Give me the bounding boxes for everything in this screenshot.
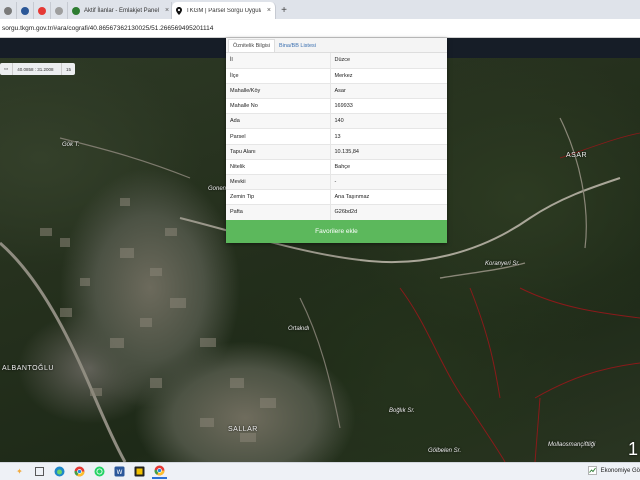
map-label-koranyeri: Koranyeri Sr. — [485, 261, 520, 267]
address-bar[interactable]: sorgu.tkgm.gov.tr/#ara/cografi/40.865673… — [0, 19, 640, 38]
road — [59, 137, 191, 179]
attribute-value: 169933 — [330, 98, 447, 115]
table-row: Parsel 13 — [226, 128, 447, 145]
browser-tab-4[interactable] — [51, 2, 68, 19]
news-widget-text: Ekonomiye Gö — [600, 467, 640, 474]
table-row: Ada 140 — [226, 113, 447, 130]
road — [559, 117, 587, 249]
map-corner-number: 1 — [627, 439, 638, 459]
zoom-level: 15 — [65, 66, 71, 72]
attribute-value: 140 — [330, 113, 447, 130]
map-label-ortakidi: Ortakıdı — [288, 326, 310, 332]
tab-favicon — [4, 6, 12, 15]
map-label-asar: ASAR — [566, 152, 588, 159]
table-row: Mahalle/Köy Asar — [226, 83, 447, 100]
table-row: Zemin Tip Ana Taşınmaz — [226, 189, 447, 206]
road — [0, 241, 127, 462]
attribute-value: 10.135,84 — [330, 144, 447, 160]
add-to-favorites-button[interactable]: Favorilere ekle — [226, 220, 447, 243]
parcel-boundary — [399, 287, 506, 462]
attribute-value: Merkez — [330, 68, 447, 84]
attribute-value: Düzce — [330, 53, 447, 69]
browser-tab-3[interactable] — [34, 2, 51, 19]
tab-title: TKGM | Parsel Sorgu Uygulamas — [186, 7, 261, 14]
location-pin-icon — [176, 6, 182, 15]
table-row: Tapu Alanı 10.135,84 — [226, 144, 447, 160]
attribute-value: Bahçe — [330, 159, 447, 176]
emlakjet-favicon — [72, 6, 80, 15]
browser-tab-1[interactable] — [0, 2, 17, 19]
attribute-value: Ana Taşınmaz — [330, 189, 447, 206]
browser-tab-tkgm[interactable]: TKGM | Parsel Sorgu Uygulamas × — [172, 2, 276, 19]
attribute-key: Mahalle No — [226, 98, 331, 115]
tab-favicon — [38, 6, 46, 15]
map-label-gokbelen: Gölbelen Sr. — [428, 448, 462, 454]
panel-tabs: Öznitelik Bilgisi Bina/BB Listesi — [226, 38, 447, 53]
tab-attribute-info[interactable]: Öznitelik Bilgisi — [228, 39, 275, 52]
tab-favicon — [55, 6, 63, 15]
parcel-boundary — [469, 287, 501, 399]
parcel-boundary — [534, 362, 640, 399]
browser-tab-2[interactable] — [17, 2, 34, 19]
attribute-key: Mevkii — [226, 174, 331, 191]
parcel-info-panel: Öznitelik Bilgisi Bina/BB Listesi İl Düzc… — [226, 38, 447, 243]
new-tab-button[interactable]: + — [276, 2, 292, 19]
chart-icon — [587, 466, 597, 475]
task-view-icon[interactable] — [32, 464, 47, 479]
gallery-icon[interactable] — [132, 464, 147, 479]
attribute-value: 13 — [330, 128, 447, 145]
word-icon[interactable]: W — [112, 464, 127, 479]
attribute-key: Parsel — [226, 128, 331, 145]
map-coordinate-toolbar[interactable]: ▭ 40.0858 : 31.2008 15 — [0, 63, 75, 75]
attribute-table: İl Düzce İlçe Merkez Mahalle/Köy Asar Mahalle … — [226, 53, 447, 221]
table-row: İlçe Merkez — [226, 68, 447, 84]
map-label-mollaosman: Mollaosmançiftliği — [548, 442, 596, 448]
map-label-albantoglu: ALBANTOĞLU — [2, 365, 54, 372]
whatsapp-icon[interactable] — [92, 464, 107, 479]
attribute-key: Pafta — [226, 204, 331, 221]
map-label-gonen: Gonen — [208, 186, 227, 192]
chrome-active-icon[interactable] — [152, 464, 167, 479]
table-row: İl Düzce — [226, 53, 447, 69]
news-widget[interactable]: Ekonomiye Gö — [587, 466, 640, 475]
edge-browser-icon[interactable] — [52, 464, 67, 479]
attribute-key: Zemin Tip — [226, 189, 331, 206]
browser-tab-emlakjet[interactable]: Aktif İlanlar - Emlakjet Panel × — [68, 2, 172, 19]
attribute-key: İlçe — [226, 68, 331, 84]
table-row: Pafta G26bd2d — [226, 204, 447, 221]
chrome-icon[interactable] — [72, 464, 87, 479]
taskbar: ✦ W Ekonomiye Gö — [0, 462, 640, 480]
map-label-bogluk: Boğlık Sr. — [389, 408, 415, 414]
attribute-key: İl — [226, 53, 331, 69]
map-label-gok: Gök T. — [62, 142, 80, 148]
tab-title: Aktif İlanlar - Emlakjet Panel — [84, 7, 160, 14]
url-text[interactable]: sorgu.tkgm.gov.tr/#ara/cografi/40.865673… — [2, 25, 213, 32]
table-row: Mahalle No 169933 — [226, 98, 447, 115]
parcel-boundary — [534, 397, 541, 462]
close-tab-icon[interactable]: × — [267, 7, 271, 14]
attribute-key: Nitelik — [226, 159, 331, 176]
map-tool-button[interactable]: ▭ — [0, 63, 14, 75]
attribute-key: Tapu Alanı — [226, 144, 331, 160]
attribute-value: - — [330, 174, 447, 191]
copilot-sparkle-icon[interactable]: ✦ — [12, 464, 27, 479]
attribute-value: Asar — [330, 83, 447, 100]
close-tab-icon[interactable]: × — [165, 7, 169, 14]
browser-tab-strip: Aktif İlanlar - Emlakjet Panel × TKGM | … — [0, 0, 640, 19]
attribute-key: Ada — [226, 113, 331, 130]
road — [299, 297, 341, 429]
table-row: Mevkii - — [226, 174, 447, 191]
table-row: Nitelik Bahçe — [226, 159, 447, 176]
attribute-value: G26bd2d — [330, 204, 447, 221]
svg-text:W: W — [117, 469, 123, 476]
parcel-boundary — [519, 287, 640, 319]
attribute-key: Mahalle/Köy — [226, 83, 331, 100]
coordinate-readout: 40.0858 : 31.2008 — [13, 63, 62, 75]
map-label-sallar: SALLAR — [228, 426, 258, 433]
tab-favicon — [21, 6, 29, 15]
tab-building-list[interactable]: Bina/BB Listesi — [275, 40, 320, 52]
